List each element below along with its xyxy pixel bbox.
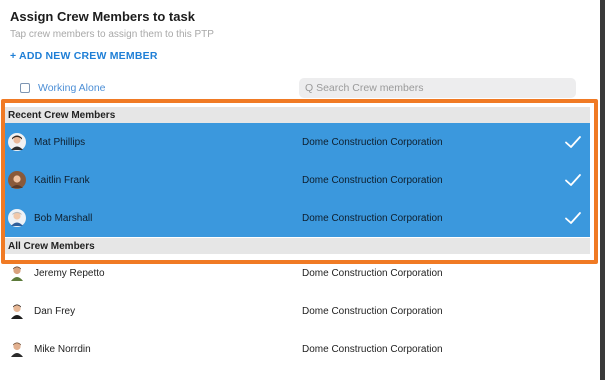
crew-name: Mike Norrdin (34, 343, 91, 355)
page-title: Assign Crew Members to task (10, 9, 195, 24)
selection-highlight-frame (1, 99, 598, 264)
crew-company: Dome Construction Corporation (302, 305, 443, 317)
crew-name: Jeremy Repetto (34, 267, 105, 279)
checkbox-icon[interactable] (20, 83, 30, 93)
working-alone-label: Working Alone (38, 82, 106, 94)
avatar (11, 266, 23, 281)
crew-row-dan-frey[interactable]: Dan Frey Dome Construction Corporation (4, 292, 590, 330)
window-edge (600, 0, 605, 380)
avatar (11, 342, 23, 357)
crew-company: Dome Construction Corporation (302, 343, 443, 355)
search-input[interactable]: Q Search Crew members (299, 78, 576, 98)
crew-row-jeremy-repetto[interactable]: Jeremy Repetto Dome Construction Corpora… (4, 254, 590, 292)
crew-row-mike-norrdin[interactable]: Mike Norrdin Dome Construction Corporati… (4, 330, 590, 368)
add-new-crew-member-link[interactable]: + ADD NEW CREW MEMBER (10, 50, 158, 62)
assign-crew-page: Assign Crew Members to task Tap crew mem… (0, 0, 600, 380)
crew-company: Dome Construction Corporation (302, 267, 443, 279)
working-alone-toggle[interactable]: Working Alone (20, 82, 106, 94)
avatar (11, 304, 23, 319)
page-subtitle: Tap crew members to assign them to this … (10, 29, 214, 40)
search-placeholder: Q Search Crew members (305, 82, 424, 94)
crew-name: Dan Frey (34, 305, 76, 317)
